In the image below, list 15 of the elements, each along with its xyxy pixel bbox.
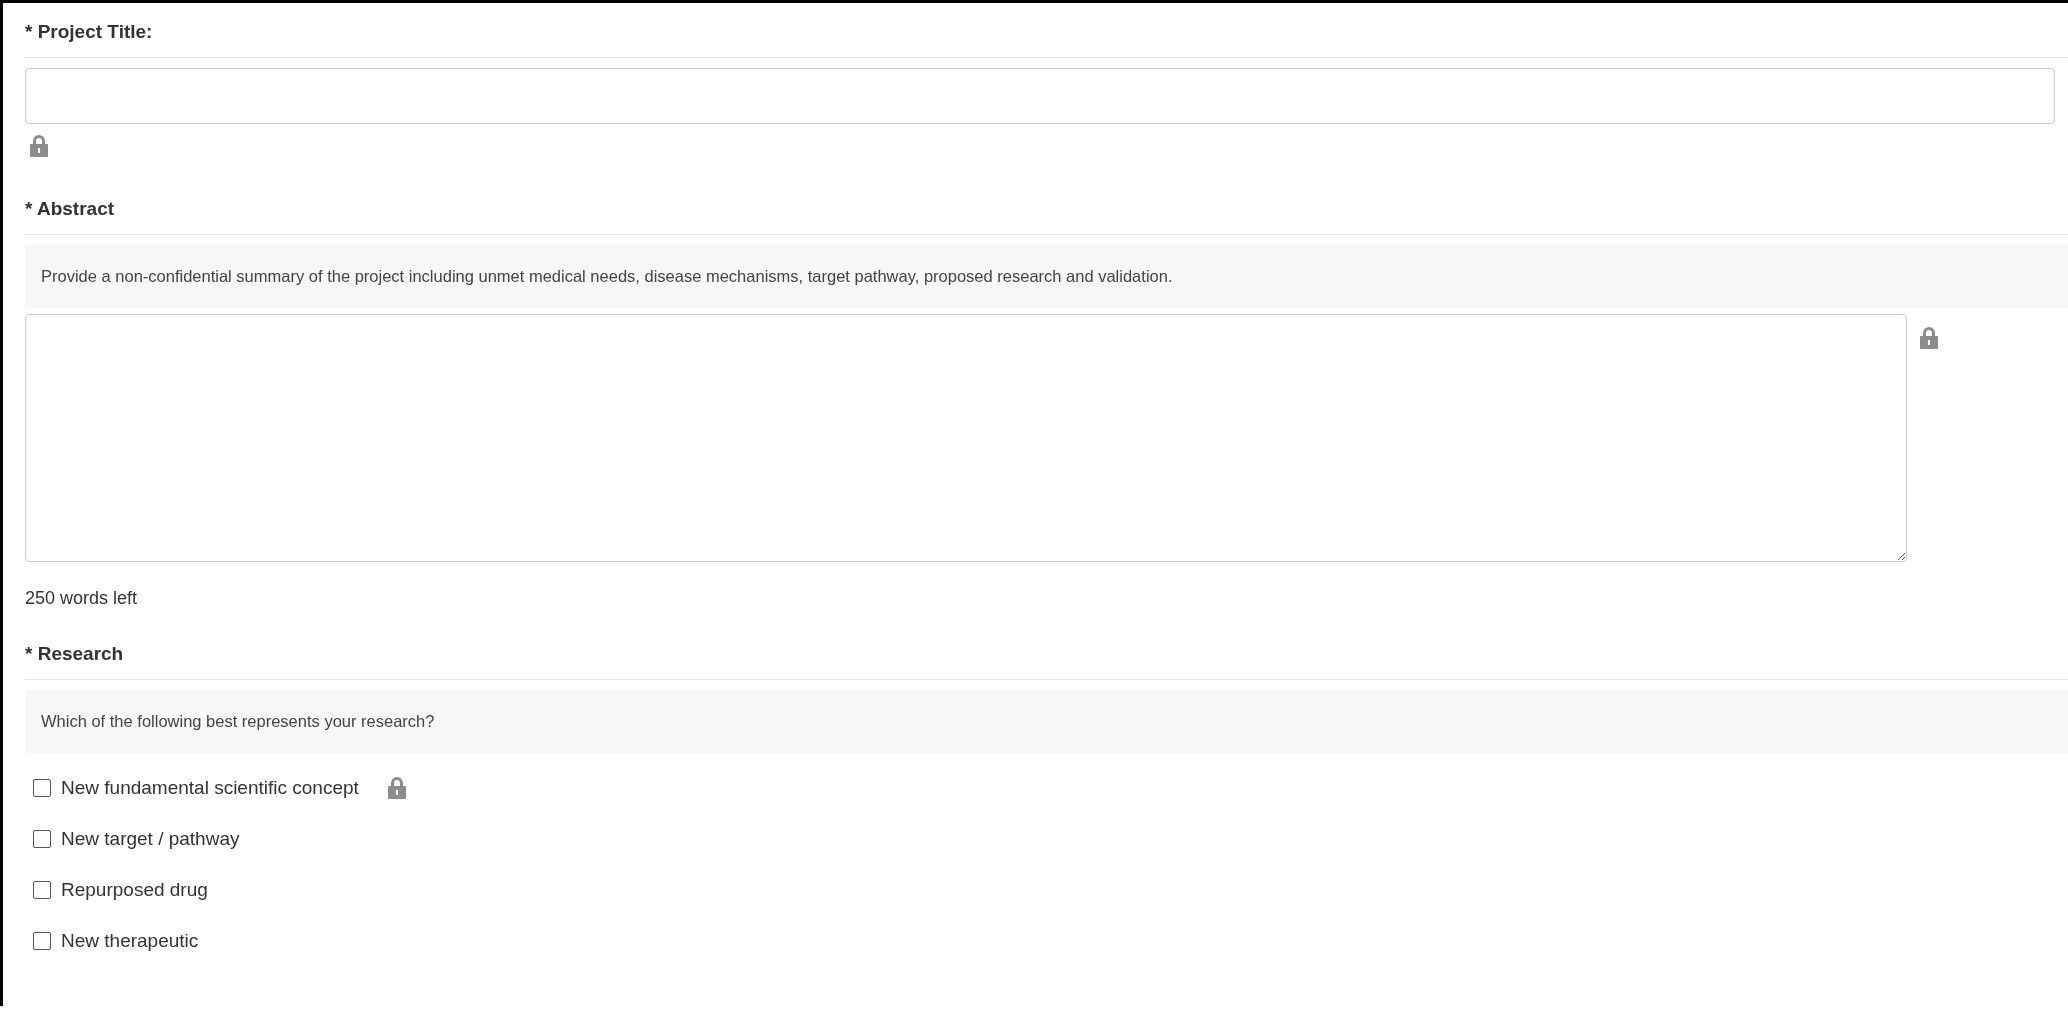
title-input-field[interactable] <box>25 68 2055 124</box>
field-label: * Research <box>25 642 124 666</box>
word-counter: 250 words left <box>25 587 138 610</box>
option-label: New therapeutic <box>61 930 199 952</box>
hint-text: Provide a non-confidential summary of the project including unmet medical needs, disease mechanisms, target pathway, proposed research and validation. <box>25 245 2068 308</box>
option-label: Repurposed drug <box>61 879 208 901</box>
option-label: New target / pathway <box>61 828 240 850</box>
field-label: * Project Title: <box>25 20 153 44</box>
checkbox[interactable] <box>33 881 51 899</box>
checkbox[interactable] <box>33 932 51 950</box>
checkbox[interactable] <box>33 830 51 848</box>
option-label: New fundamental scientific concept <box>61 777 359 799</box>
field-label: * Abstract <box>25 197 115 221</box>
hint-text: Which of the following best represents your research? <box>25 690 2068 753</box>
checkbox[interactable] <box>33 779 51 797</box>
